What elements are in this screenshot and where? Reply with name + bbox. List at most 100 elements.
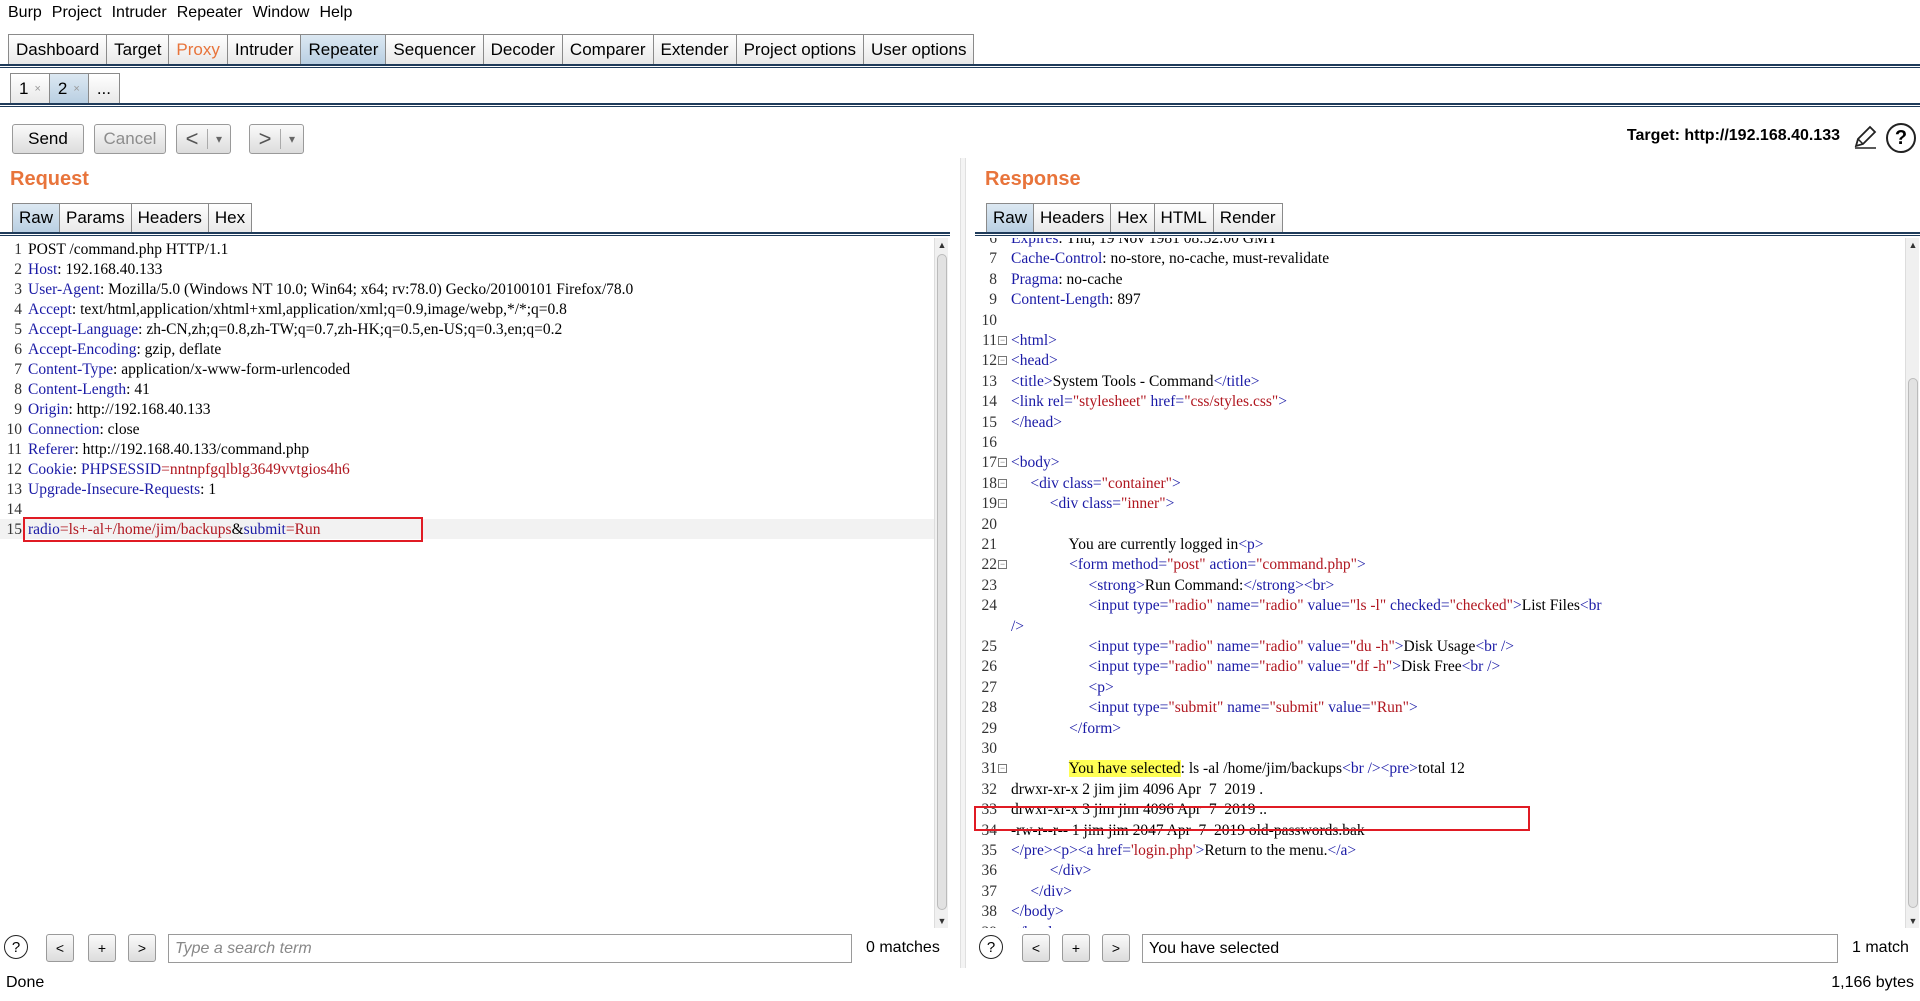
scroll-up-icon[interactable]: ▲ — [1906, 238, 1920, 252]
menu-project[interactable]: Project — [52, 4, 102, 22]
line-number: 13 — [6, 481, 23, 498]
tab-intruder[interactable]: Intruder — [226, 34, 302, 64]
back-button[interactable]: < ▾ — [176, 124, 231, 154]
request-tab-hex[interactable]: Hex — [207, 203, 253, 232]
scroll-down-icon[interactable]: ▼ — [1906, 914, 1920, 928]
help-icon[interactable]: ? — [979, 935, 1003, 959]
line-number: 25 — [981, 638, 998, 655]
request-tab-headers[interactable]: Headers — [130, 203, 209, 232]
header-value: : http://192.168.40.133/command.php — [74, 441, 310, 458]
line-number: 8 — [14, 381, 22, 398]
pencil-icon[interactable] — [1852, 124, 1878, 150]
close-icon[interactable]: × — [73, 83, 79, 95]
response-tab-bar: Raw Headers Hex HTML Render — [986, 203, 1283, 232]
code-line: 32 drwxr-xr-x 2 jim jim 4096 Apr 7 2019 . — [975, 780, 1905, 800]
cancel-button[interactable]: Cancel — [94, 124, 166, 154]
fold-icon[interactable]: − — [998, 336, 1007, 345]
tab-proxy[interactable]: Proxy — [168, 34, 228, 64]
menu-help[interactable]: Help — [319, 4, 352, 22]
tab-comparer[interactable]: Comparer — [561, 34, 654, 64]
send-button[interactable]: Send — [12, 124, 84, 154]
repeater-tab-2[interactable]: 2 × — [48, 73, 89, 103]
response-tab-headers[interactable]: Headers — [1033, 203, 1112, 232]
line-number: 22 — [981, 556, 998, 574]
fold-icon[interactable]: − — [998, 356, 1007, 366]
chevron-down-icon[interactable]: ▾ — [208, 132, 230, 146]
request-scrollbar[interactable]: ▲ ▼ — [934, 238, 948, 928]
scroll-down-icon[interactable]: ▼ — [935, 914, 949, 928]
request-editor[interactable]: 1 POST /command.php HTTP/1.1 2 Host: 192.16… — [0, 238, 934, 928]
search-prev-button[interactable]: < — [46, 934, 74, 962]
repeater-tab-1[interactable]: 1 × — [10, 73, 50, 103]
line-number: 26 — [981, 658, 998, 676]
tab-repeater[interactable]: Repeater — [300, 34, 387, 64]
code-line: 35 </pre><p><a href='login.php'>Return to… — [975, 841, 1905, 861]
request-tab-raw[interactable]: Raw — [12, 203, 61, 232]
help-icon[interactable]: ? — [4, 935, 28, 959]
response-scrollbar[interactable]: ▲ ▼ — [1905, 238, 1919, 928]
search-prev-button[interactable]: < — [1022, 934, 1050, 962]
line-number: 27 — [981, 678, 998, 696]
code-text: drwxr-xr-x 2 jim jim 4096 Apr 7 2019 . — [1011, 780, 1264, 798]
forward-button[interactable]: > ▾ — [249, 124, 304, 154]
close-icon[interactable]: × — [34, 83, 40, 95]
target-label: Target: http://192.168.40.133 — [1626, 127, 1840, 144]
pane-splitter[interactable] — [960, 158, 966, 968]
fold-icon[interactable]: − — [998, 478, 1007, 488]
tab-decoder[interactable]: Decoder — [482, 34, 563, 64]
search-next-button[interactable]: > — [128, 934, 156, 962]
menu-intruder[interactable]: Intruder — [112, 4, 167, 22]
code-text: <head> — [1011, 352, 1058, 370]
line-number: 18 — [981, 474, 998, 492]
fold-icon[interactable]: − — [998, 560, 1007, 570]
code-text: Cache-Control: no-store, no-cache, must-… — [1011, 250, 1330, 268]
response-tab-hex[interactable]: Hex — [1110, 203, 1155, 232]
tab-project-options[interactable]: Project options — [735, 34, 865, 64]
help-icon[interactable]: ? — [1886, 123, 1916, 153]
tab-user-options[interactable]: User options — [863, 34, 975, 64]
request-tab-params[interactable]: Params — [59, 203, 132, 232]
tab-sequencer[interactable]: Sequencer — [385, 34, 484, 64]
request-search-input[interactable]: Type a search term — [168, 934, 852, 963]
repeater-tab-new[interactable]: ... — [87, 73, 120, 103]
search-add-button[interactable]: + — [88, 934, 116, 962]
code-text: Content-Length: 897 — [1011, 291, 1141, 309]
menu-repeater[interactable]: Repeater — [177, 4, 243, 22]
code-text: <body> — [1011, 454, 1060, 472]
header-name: Upgrade-Insecure-Requests — [28, 481, 201, 498]
line-number: 6 — [14, 341, 22, 358]
line-number: 9 — [989, 291, 997, 309]
code-text: Origin: http://192.168.40.133 — [28, 400, 211, 420]
search-add-button[interactable]: + — [1062, 934, 1090, 962]
line-number: 23 — [981, 576, 998, 594]
code-line: 27 <p> — [975, 678, 1905, 698]
scroll-thumb[interactable] — [1908, 378, 1918, 908]
fold-icon[interactable]: − — [998, 764, 1007, 774]
tab-extender[interactable]: Extender — [652, 34, 737, 64]
chevron-down-icon[interactable]: ▾ — [281, 132, 303, 146]
code-text: <input type="submit" name="submit" value… — [1088, 699, 1418, 717]
code-line: /> — [975, 617, 1905, 637]
search-next-button[interactable]: > — [1102, 934, 1130, 962]
tab-dashboard[interactable]: Dashboard — [8, 34, 108, 64]
response-tab-html[interactable]: HTML — [1153, 203, 1214, 232]
code-line: 39 </html> — [975, 923, 1905, 928]
scroll-up-icon[interactable]: ▲ — [935, 238, 949, 252]
code-line: 29 </form> — [975, 719, 1905, 739]
code-line: 9 Content-Length: 897 — [975, 290, 1905, 310]
response-search-input[interactable]: You have selected — [1142, 934, 1838, 963]
line-number: 9 — [14, 401, 22, 418]
fold-icon[interactable]: − — [998, 458, 1007, 468]
tab-target[interactable]: Target — [106, 34, 170, 64]
code-line: 6 Accept-Encoding: gzip, deflate — [0, 340, 934, 360]
menu-window[interactable]: Window — [253, 4, 310, 22]
header-value: : close — [99, 421, 140, 438]
header-value: POST /command.php HTTP/1.1 — [28, 241, 229, 258]
menu-burp[interactable]: Burp — [8, 4, 42, 22]
fold-icon[interactable]: − — [998, 499, 1007, 509]
response-tab-render[interactable]: Render — [1212, 203, 1283, 232]
scroll-thumb[interactable] — [937, 254, 947, 910]
response-tab-raw[interactable]: Raw — [986, 203, 1035, 232]
code-text: Content-Type: application/x-www-form-url… — [28, 360, 350, 380]
code-text: <title>System Tools - Command</title> — [1011, 372, 1260, 390]
